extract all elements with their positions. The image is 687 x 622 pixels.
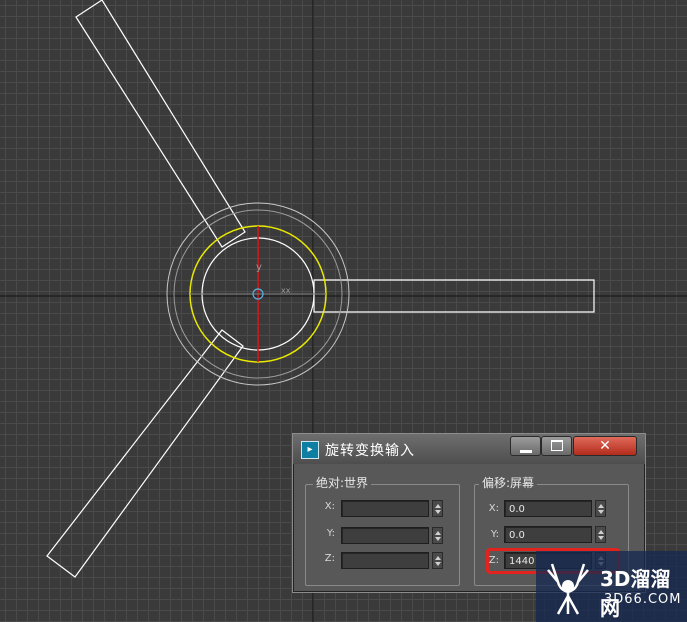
abs-y-spinner[interactable] [432, 527, 443, 544]
blade-lower-left[interactable] [46, 329, 244, 578]
abs-z-spinner[interactable] [432, 552, 443, 569]
blade-upper-left[interactable] [75, 0, 246, 248]
3dsmax-app-icon: ▸ [301, 441, 319, 459]
offset-y-input[interactable]: 0.0 [504, 526, 592, 543]
gizmo-x-label: xx [281, 286, 291, 295]
abs-x-spinner[interactable] [432, 500, 443, 517]
absolute-world-label: 绝对:世界 [313, 474, 372, 491]
abs-z-input[interactable] [341, 552, 429, 569]
close-icon: ✕ [599, 438, 611, 454]
close-button[interactable]: ✕ [573, 436, 637, 456]
abs-x-label: X: [324, 501, 335, 512]
minimize-icon [519, 450, 532, 453]
abs-z-label: Z: [324, 553, 335, 564]
dialog-titlebar[interactable]: ▸ 旋转变换输入 ✕ [293, 434, 645, 464]
abs-x-input[interactable] [341, 500, 429, 517]
gizmo-y-label: y [256, 262, 262, 273]
offset-x-spinner[interactable] [595, 500, 606, 517]
minimize-button[interactable] [510, 436, 541, 456]
maximize-icon [550, 440, 563, 451]
offset-x-input[interactable]: 0.0 [504, 500, 592, 517]
watermark-domain-text: 3D66.COM [604, 592, 682, 607]
maximize-button[interactable] [541, 436, 572, 456]
abs-y-label: Y: [326, 528, 335, 539]
abs-y-input[interactable] [341, 527, 429, 544]
dialog-title: 旋转变换输入 [325, 443, 415, 459]
offset-y-spinner[interactable] [595, 526, 606, 543]
offset-screen-label: 偏移:屏幕 [479, 474, 538, 491]
offset-x-label: X: [488, 503, 499, 514]
offset-y-label: Y: [490, 529, 499, 540]
deer-logo-icon [547, 563, 589, 615]
